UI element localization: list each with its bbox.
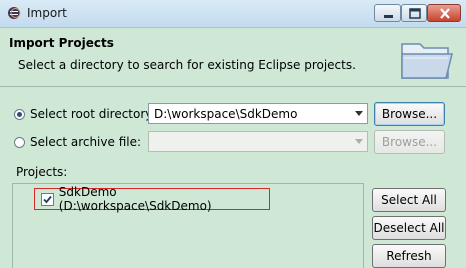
root-browse-button[interactable]: Browse... [374, 102, 445, 126]
window-title: Import [27, 6, 67, 20]
select-all-button[interactable]: Select All [372, 188, 446, 212]
maximize-button[interactable] [401, 4, 427, 22]
close-icon [440, 8, 450, 19]
projects-label: Projects: [16, 165, 68, 179]
archive-browse-button[interactable]: Browse... [374, 130, 445, 154]
archive-file-option[interactable]: Select archive file: [14, 132, 141, 152]
archive-file-label: Select archive file: [30, 135, 142, 149]
project-item-label: SdkDemo (D:\workspace\SdkDemo) [58, 185, 212, 213]
minimize-button[interactable] [374, 4, 401, 22]
close-button[interactable] [427, 4, 461, 22]
chevron-down-icon[interactable] [355, 111, 363, 116]
import-dialog: Import Import Projects Select a director… [0, 0, 466, 268]
wizard-header: Import Projects Select a directory to se… [0, 28, 466, 87]
wizard-title: Import Projects [9, 36, 114, 50]
refresh-button[interactable]: Refresh [372, 244, 446, 268]
folder-icon [401, 43, 453, 79]
wizard-description: Select a directory to search for existin… [18, 58, 356, 72]
root-directory-combo[interactable]: D:\workspace\SdkDemo [148, 103, 368, 124]
maximize-icon [409, 8, 421, 19]
root-directory-value: D:\workspace\SdkDemo [154, 107, 298, 121]
minimize-icon [384, 15, 393, 18]
root-directory-option[interactable]: Select root directory: [14, 104, 156, 124]
chevron-down-icon[interactable] [355, 139, 363, 144]
checkmark-icon [43, 195, 52, 203]
archive-file-radio[interactable] [14, 136, 25, 148]
deselect-all-button[interactable]: Deselect All [372, 216, 446, 240]
title-bar: Import [0, 0, 466, 28]
eclipse-app-icon [8, 7, 21, 19]
root-directory-label: Select root directory: [30, 107, 156, 121]
project-checkbox[interactable] [41, 192, 54, 206]
project-item[interactable]: SdkDemo (D:\workspace\SdkDemo) [34, 185, 270, 213]
wizard-body: Select root directory: D:\workspace\SdkD… [0, 87, 466, 268]
projects-list[interactable]: SdkDemo (D:\workspace\SdkDemo) [12, 183, 364, 268]
root-directory-radio[interactable] [14, 108, 25, 120]
archive-file-combo[interactable] [148, 131, 368, 152]
